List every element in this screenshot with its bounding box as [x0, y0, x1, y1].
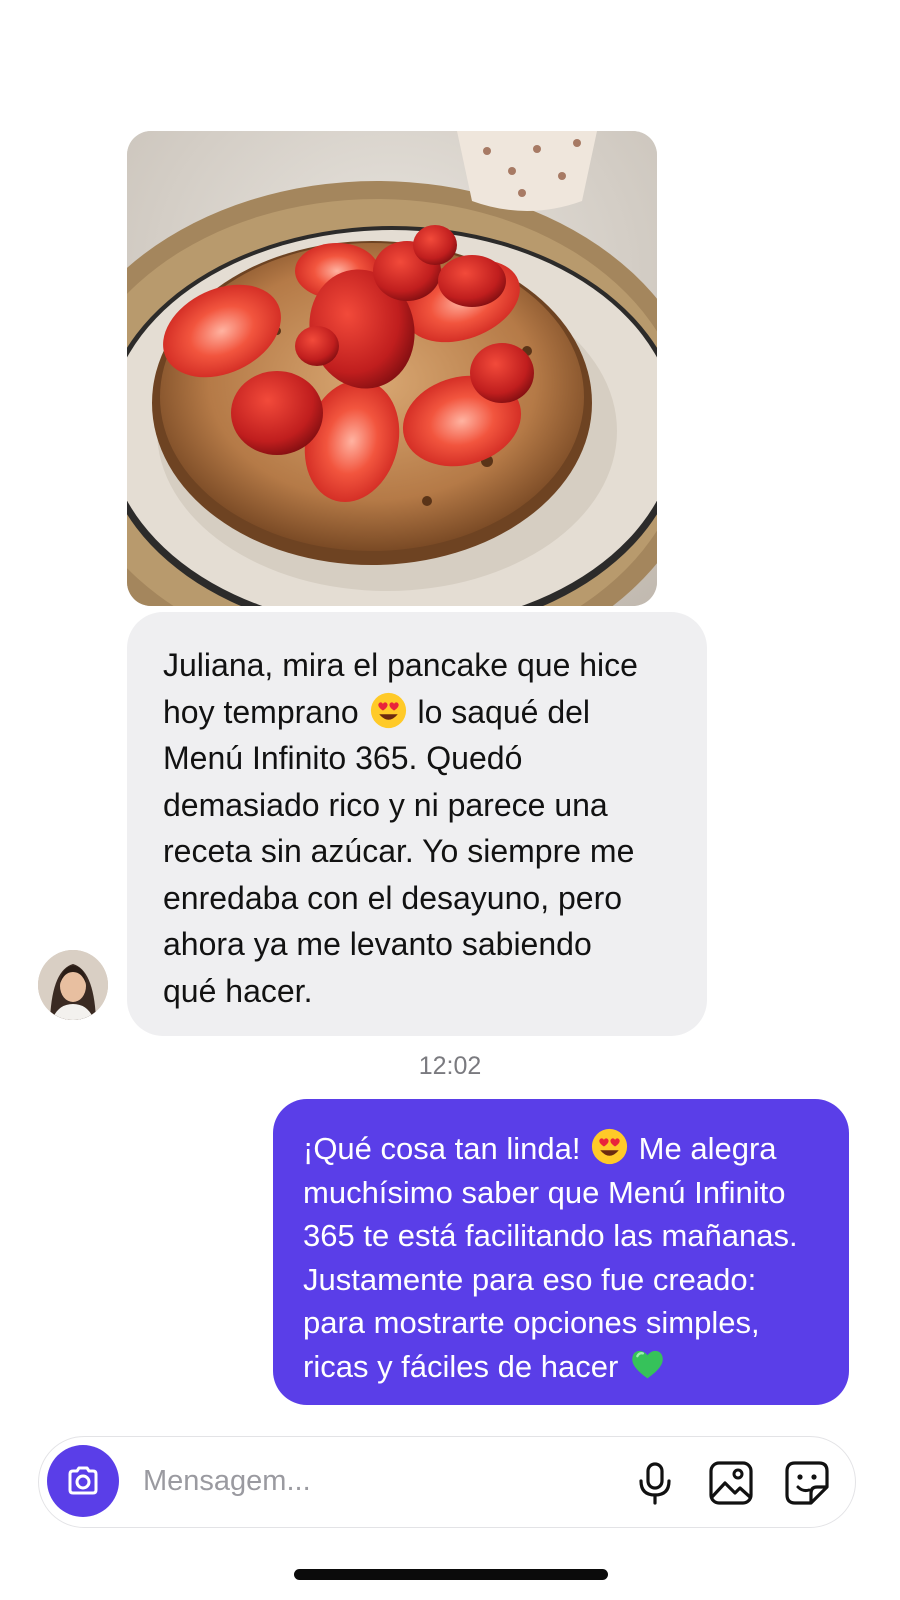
sent-line-3: 365 te está facilitando las mañanas. — [303, 1218, 798, 1253]
sent-line-6: ricas y fáciles de hacer — [303, 1348, 627, 1384]
sent-line-4: Justamente para eso fue creado: — [303, 1261, 757, 1297]
received-line-1: Juliana, mira el pancake que hice — [163, 647, 638, 683]
heart-eyes-emoji-icon — [591, 1128, 628, 1165]
microphone-icon — [639, 1462, 671, 1505]
sent-message-bubble[interactable]: ¡Qué cosa tan linda! Me alegra muchísimo… — [273, 1099, 849, 1405]
sent-line-1a: ¡Qué cosa tan linda! — [303, 1131, 590, 1166]
sender-avatar[interactable] — [38, 950, 108, 1020]
chat-screen: Juliana, mira el pancake que hice hoy te… — [0, 0, 900, 1600]
gallery-button[interactable] — [707, 1459, 755, 1507]
microphone-button[interactable] — [631, 1459, 679, 1507]
sent-line-1b: Me alegra — [630, 1131, 777, 1166]
green-heart-emoji-icon — [629, 1346, 666, 1383]
message-composer — [38, 1436, 856, 1528]
received-line-2a: hoy temprano — [163, 693, 368, 730]
received-message-bubble[interactable]: Juliana, mira el pancake que hice hoy te… — [127, 612, 707, 1036]
received-line-5: receta sin azúcar. Yo siempre me — [163, 833, 635, 869]
message-timestamp: 12:02 — [418, 1052, 482, 1080]
received-line-3: Menú Infinito 365. Quedó — [163, 740, 523, 776]
sticker-button[interactable] — [783, 1459, 831, 1507]
image-icon — [709, 1461, 753, 1505]
message-input[interactable] — [143, 1459, 583, 1503]
pancake-photo-image — [127, 131, 657, 606]
received-line-4: demasiado rico y ni parece una — [163, 786, 608, 823]
received-line-2b: lo saqué del — [408, 693, 591, 730]
sticker-icon — [785, 1461, 829, 1505]
received-line-7: ahora ya me levanto sabiendo — [163, 926, 592, 962]
received-line-8: qué hacer. — [163, 972, 313, 1009]
received-line-6: enredaba con el desayuno, pero — [163, 879, 623, 916]
pancake-photo[interactable] — [127, 131, 657, 606]
sent-line-5: para mostrarte opciones simples, — [303, 1305, 760, 1340]
heart-eyes-emoji-icon — [370, 692, 407, 729]
sent-line-2: muchísimo saber que Menú Infinito — [303, 1174, 786, 1210]
camera-button[interactable] — [47, 1445, 119, 1517]
home-indicator[interactable] — [294, 1569, 608, 1580]
camera-icon — [68, 1466, 98, 1495]
